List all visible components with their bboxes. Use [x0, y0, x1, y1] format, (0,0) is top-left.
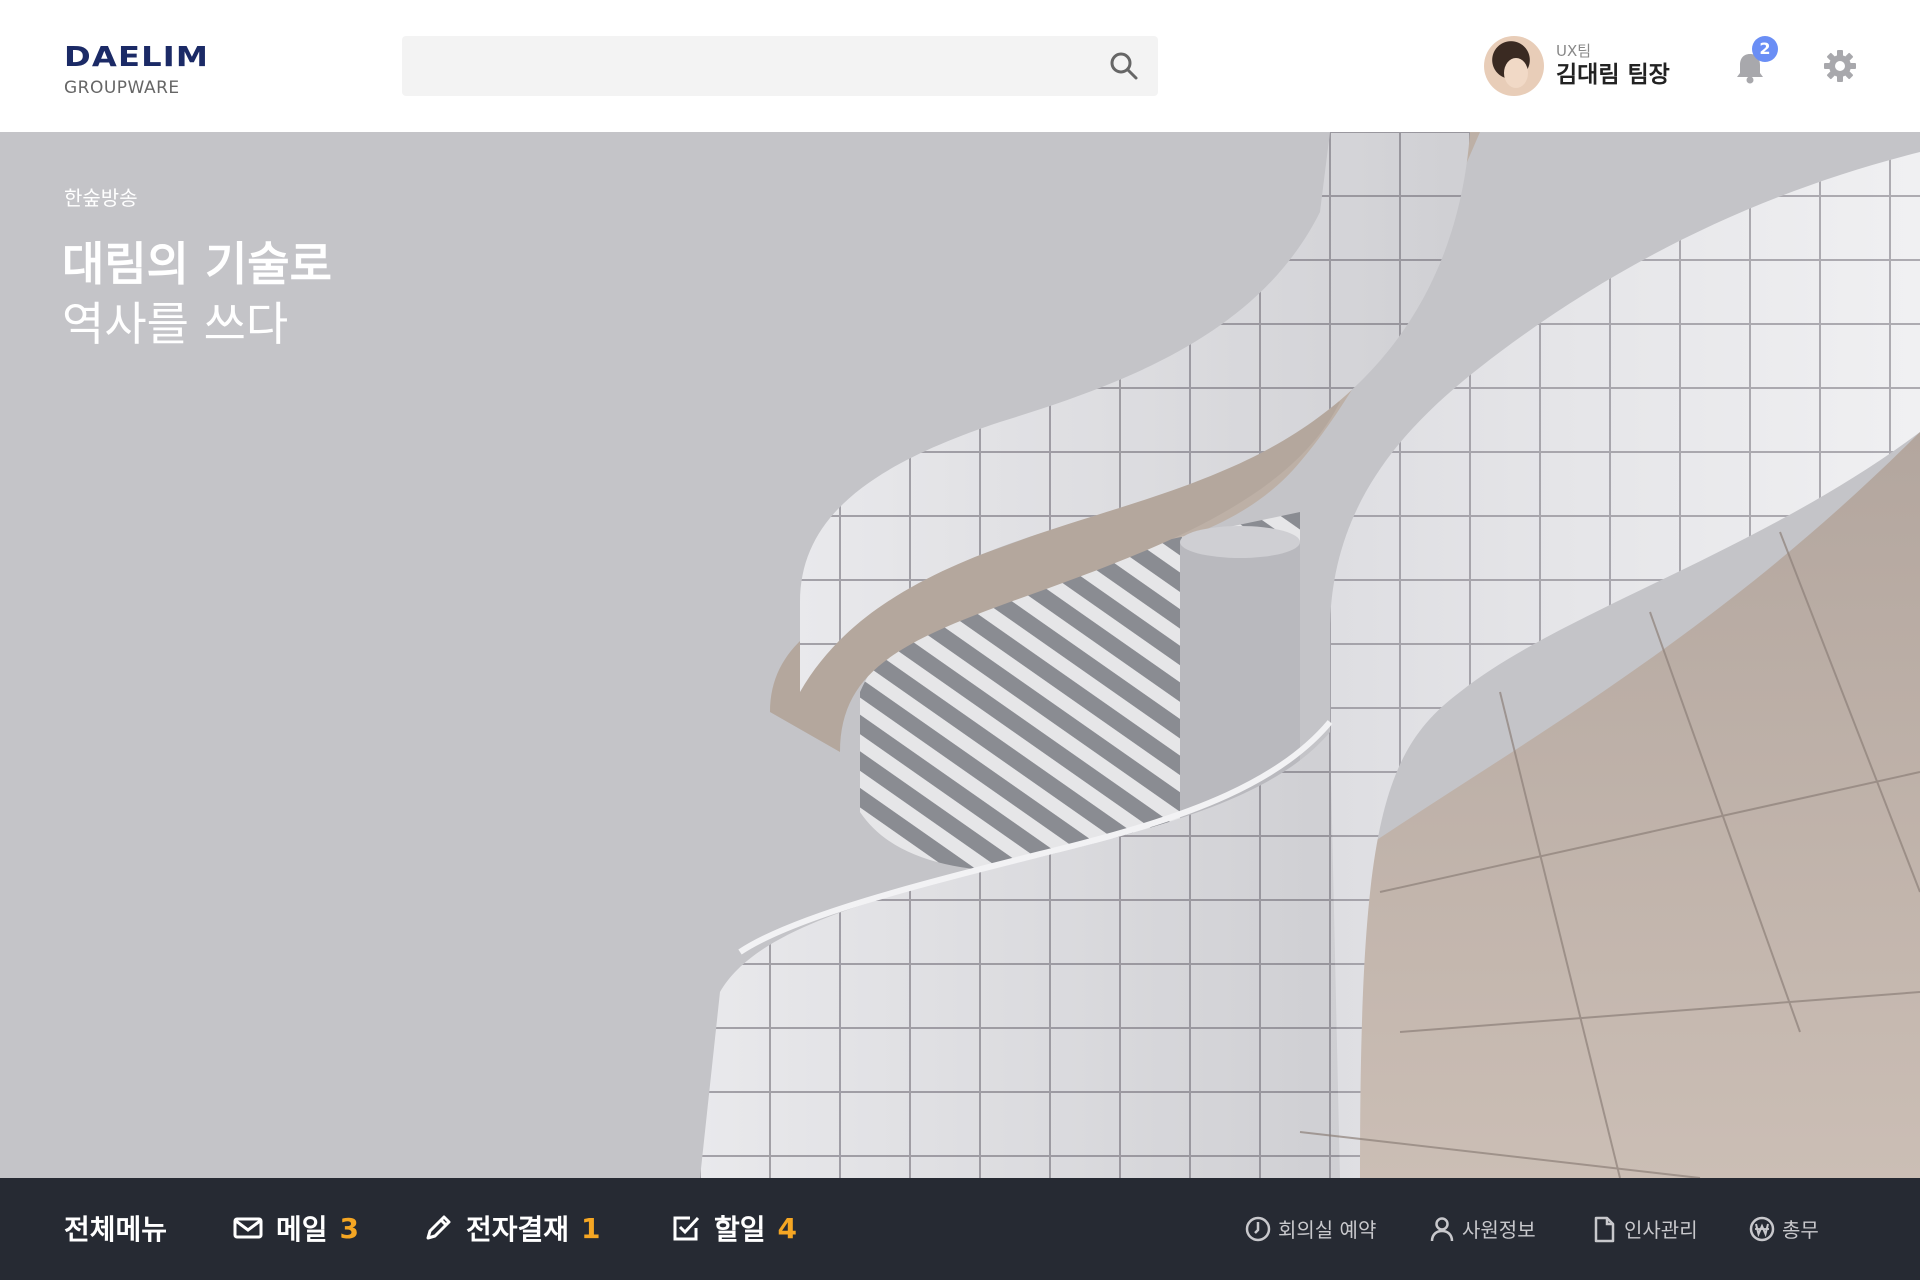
logo-sub: GROUPWARE: [64, 78, 180, 98]
quick-todo[interactable]: 할일 4: [670, 1208, 797, 1248]
shortcut-meeting-room[interactable]: 회의실 예약: [1244, 1214, 1376, 1243]
quick-todo-label: 할일: [714, 1213, 766, 1246]
mail-icon: [233, 1217, 263, 1239]
logo[interactable]: DAELIM GROUPWARE: [64, 42, 208, 99]
user-profile[interactable]: UX팀 김대림 팀장: [1484, 36, 1670, 96]
document-icon: [1594, 1216, 1615, 1242]
shortcut-general-affairs[interactable]: 총무: [1748, 1214, 1819, 1243]
quick-approval-label: 전자결재: [466, 1213, 570, 1246]
quick-approval-count: 1: [581, 1211, 601, 1245]
quick-approval[interactable]: 전자결재 1: [422, 1208, 601, 1248]
search-input[interactable]: [402, 36, 1082, 96]
quick-todo-count: 4: [777, 1211, 798, 1245]
shortcut-hr[interactable]: 인사관리: [1590, 1214, 1698, 1243]
quick-mail[interactable]: 메일 3: [232, 1208, 359, 1248]
hero-title-line2: 역사를 쓰다: [62, 297, 289, 351]
logo-brand: DAELIM: [64, 40, 210, 73]
profile-name: 김대림 팀장: [1556, 62, 1670, 88]
gear-icon[interactable]: [1822, 48, 1858, 84]
profile-team: UX팀: [1556, 42, 1592, 60]
search-bar: [402, 36, 1158, 96]
shortcut-employee-info[interactable]: 사원정보: [1428, 1214, 1536, 1243]
person-icon: [1430, 1216, 1454, 1241]
pencil-icon: [426, 1215, 451, 1240]
avatar[interactable]: [1484, 36, 1544, 96]
notification-badge: 2: [1752, 36, 1778, 62]
checkbox-icon: [673, 1216, 700, 1241]
top-header: DAELIM GROUPWARE UX팀 김대림 팀장 2: [0, 0, 1920, 132]
hero-subtitle: 한숲방송: [64, 186, 138, 210]
all-menu-button[interactable]: 전체메뉴: [64, 1208, 167, 1248]
hero-title-line1: 대림의 기술로: [62, 237, 332, 291]
shortcut-meeting-room-label: 회의실 예약: [1278, 1218, 1377, 1242]
shortcut-employee-info-label: 사원정보: [1462, 1218, 1536, 1242]
quick-mail-label: 메일: [276, 1213, 328, 1246]
shortcut-hr-label: 인사관리: [1624, 1218, 1698, 1242]
clock-icon: [1245, 1216, 1271, 1241]
won-icon: [1749, 1216, 1775, 1241]
shortcut-general-affairs-label: 총무: [1782, 1218, 1819, 1242]
quick-mail-count: 3: [339, 1211, 360, 1245]
hero-banner: 한숲방송 대림의 기술로 역사를 쓰다: [0, 132, 1920, 1178]
bottom-menu-bar: 전체메뉴 메일 3 전자결재 1 할일 4 회의실 예약 사원정보 인사관리 총…: [0, 1178, 1920, 1280]
search-icon[interactable]: [1108, 50, 1140, 82]
